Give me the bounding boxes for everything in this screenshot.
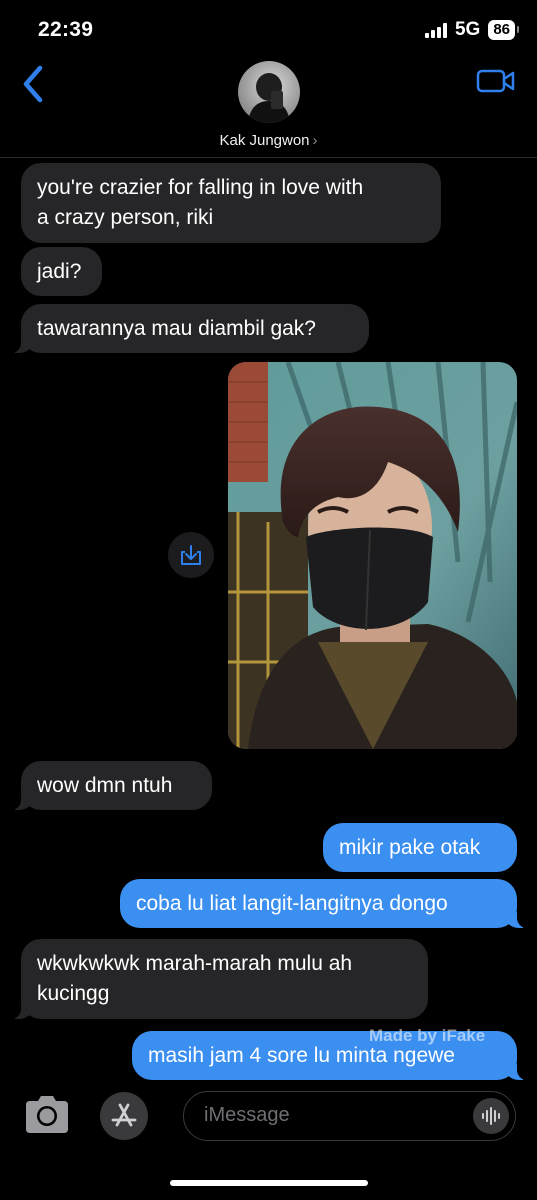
camera-icon <box>26 1096 68 1133</box>
message-text: a crazy person, riki <box>37 206 214 229</box>
status-indicators: 5G 86 <box>424 19 519 41</box>
message-bubble-incoming[interactable]: wkwkwkwk marah-marah mulu ah kucingg <box>11 939 428 1019</box>
message-text: masih jam 4 sore lu minta ngewe <box>148 1044 455 1067</box>
photo-message[interactable] <box>228 362 517 749</box>
back-button[interactable] <box>18 62 54 106</box>
watermark: Made by iFake <box>369 1026 486 1045</box>
header-divider <box>0 157 537 158</box>
app-store-button[interactable] <box>100 1092 148 1140</box>
home-indicator[interactable] <box>170 1180 368 1186</box>
contact-name: Kak Jungwon <box>219 132 310 149</box>
message-text: wow dmn ntuh <box>37 774 173 797</box>
message-text: coba lu liat langit-langitnya dongo <box>136 892 448 915</box>
audio-message-button[interactable] <box>473 1098 509 1134</box>
message-bubble-incoming[interactable]: tawarannya mau diambil gak? <box>11 304 369 353</box>
audio-waveform-icon <box>482 1107 500 1125</box>
save-download-icon <box>181 545 201 565</box>
message-text: kucingg <box>37 982 110 1005</box>
contact-name-button[interactable]: Kak Jungwon › <box>0 132 537 149</box>
video-call-button[interactable] <box>476 66 516 96</box>
chevron-left-icon <box>23 65 43 103</box>
message-bubble-incoming[interactable]: you're crazier for falling in love with … <box>21 163 441 243</box>
camera-button[interactable] <box>22 1093 72 1137</box>
video-camera-icon <box>476 69 515 93</box>
status-time: 22:39 <box>38 18 94 41</box>
message-text: you're crazier for falling in love with <box>37 176 364 199</box>
avatar-photo <box>248 73 290 123</box>
message-text: jadi? <box>37 260 82 283</box>
message-text: tawarannya mau diambil gak? <box>37 317 316 340</box>
message-text: wkwkwkwk marah-marah mulu ah <box>37 952 353 975</box>
message-input[interactable]: iMessage <box>183 1091 516 1141</box>
message-bubble-outgoing[interactable]: mikir pake otak <box>323 823 517 872</box>
message-bubble-outgoing[interactable]: coba lu liat langit-langitnya dongo <box>120 879 527 928</box>
app-store-icon <box>111 1103 137 1127</box>
chevron-right-icon: › <box>312 132 318 149</box>
message-bubble-incoming[interactable]: jadi? <box>21 247 102 296</box>
message-bubble-incoming[interactable]: wow dmn ntuh <box>11 761 212 810</box>
battery-indicator: 86 <box>488 20 519 40</box>
message-input-placeholder: iMessage <box>204 1104 290 1126</box>
selfie-photo <box>228 362 517 749</box>
network-type: 5G <box>454 19 481 40</box>
contact-avatar[interactable] <box>238 61 300 123</box>
message-text: mikir pake otak <box>339 836 481 859</box>
save-photo-button[interactable] <box>168 532 214 578</box>
signal-bars-icon <box>424 22 447 38</box>
